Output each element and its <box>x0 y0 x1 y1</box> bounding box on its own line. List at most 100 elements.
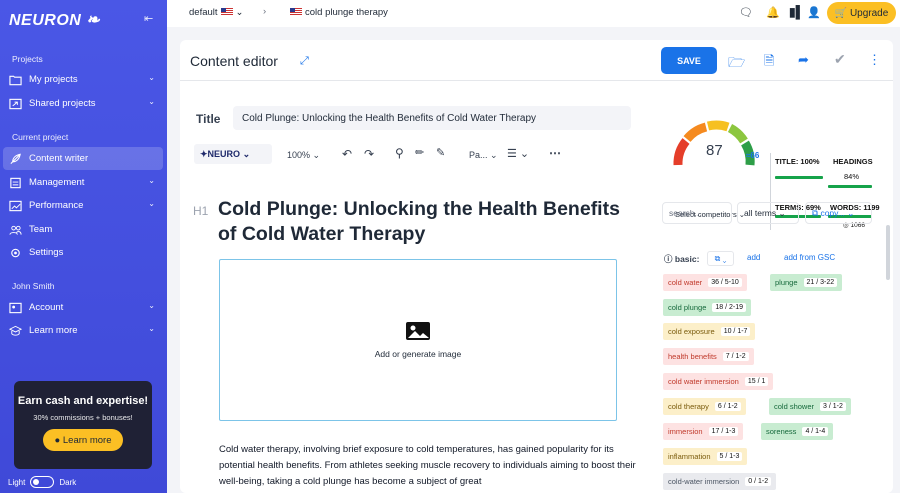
add-from-gsc-button[interactable]: add from GSC <box>784 253 835 262</box>
breadcrumb-chevron-icon: › <box>263 6 267 17</box>
sidebar-item-team[interactable]: Team <box>3 218 163 241</box>
term-chip[interactable]: cold shower 3 / 1-2 <box>769 398 851 415</box>
learn-more-button[interactable]: ● Learn more <box>43 429 123 451</box>
project-select[interactable]: default ⌄ <box>189 7 244 18</box>
paragraph-style-select[interactable]: Pa... ⌄ <box>469 150 498 161</box>
promo-subtitle: 30% commissions + bonuses! <box>33 413 133 422</box>
term-chip[interactable]: cold water 36 / 5-10 <box>663 274 747 291</box>
score-panel: 87 ≈66 Select competitors ⌄ TITLE: 100% … <box>668 103 893 230</box>
feather-pen-icon <box>10 153 21 164</box>
sidebar-item-account[interactable]: Account ⌄ <box>3 296 163 319</box>
pen-icon[interactable]: ✎ <box>436 146 445 159</box>
search-icon[interactable]: ⚲ <box>395 146 404 160</box>
feather-icon: ❧ <box>86 12 101 29</box>
divider <box>180 80 893 81</box>
user-icon[interactable]: 👤 <box>807 6 821 19</box>
sidebar-item-settings[interactable]: Settings <box>3 241 163 264</box>
team-icon <box>9 225 22 235</box>
sidebar-item-my-projects[interactable]: My projects ⌄ <box>3 68 163 91</box>
collapse-sidebar-icon[interactable]: ⇤ <box>144 12 153 25</box>
headings-bar <box>828 185 872 188</box>
scrollbar[interactable] <box>886 225 890 280</box>
image-label: Add or generate image <box>374 349 462 359</box>
title-input[interactable]: Cold Plunge: Unlocking the Health Benefi… <box>233 106 631 130</box>
article-body[interactable]: Cold water therapy, involving brief expo… <box>219 442 639 490</box>
highlighter-icon[interactable]: ✏ <box>415 146 424 159</box>
term-chip[interactable]: cold-water immersion 0 / 1-2 <box>663 473 777 490</box>
term-chip[interactable]: health benefits 7 / 1-2 <box>663 348 754 365</box>
promo-title: Earn cash and expertise! <box>17 395 149 407</box>
expand-icon[interactable]: ⤢ <box>300 55 309 68</box>
query-breadcrumb[interactable]: cold plunge therapy <box>287 7 388 18</box>
page-title: Content editor <box>190 53 278 69</box>
h1-tag: H1 <box>193 204 209 218</box>
copy-dropdown[interactable]: ⧉ ⌄ <box>707 251 734 266</box>
image-placeholder[interactable]: Add or generate image <box>219 259 617 421</box>
user-heading: John Smith <box>12 281 55 291</box>
chevron-down-icon: ⌄ <box>148 301 155 310</box>
lightbulb-icon: ● <box>54 434 63 446</box>
more-vertical-icon[interactable]: ⋮ <box>868 52 881 68</box>
chat-icon[interactable]: 🗨 <box>739 6 753 19</box>
term-chip[interactable]: cold water immersion 15 / 1 <box>663 373 774 390</box>
zoom-select[interactable]: 100% ⌄ <box>287 150 320 161</box>
us-flag-icon <box>290 8 302 17</box>
term-chip[interactable]: cold exposure 10 / 1-7 <box>663 323 756 340</box>
info-icon: ⓘ <box>664 254 673 264</box>
folder-icon <box>9 75 22 85</box>
open-folder-icon[interactable]: 🗁 <box>728 52 745 76</box>
save-button[interactable]: SAVE <box>661 47 717 74</box>
term-chip[interactable]: soreness 4 / 1-4 <box>761 423 834 440</box>
ai-brand-select[interactable]: ✦ NEURO ⌄ <box>194 144 272 164</box>
more-horizontal-icon[interactable]: ⋯ <box>549 146 561 160</box>
image-icon <box>406 322 430 340</box>
undo-icon[interactable]: ↶ <box>342 147 352 161</box>
export-doc-icon[interactable]: 🗎 <box>764 52 774 74</box>
score-value: 87 <box>706 142 723 159</box>
sidebar: NEURON ❧ ⇤ Projects My projects ⌄ Shared … <box>0 0 167 493</box>
term-chip[interactable]: immersion 17 / 1-3 <box>663 423 744 440</box>
sparkle-icon: ✦ <box>200 148 208 159</box>
bell-icon[interactable]: 🔔 <box>766 6 780 19</box>
sidebar-item-management[interactable]: Management ⌄ <box>3 171 163 194</box>
publish-icon[interactable]: ➦ <box>798 52 809 68</box>
upgrade-button[interactable]: 🛒 Upgrade <box>827 2 896 24</box>
headings-metric: HEADINGS <box>833 157 873 166</box>
check-circle-icon[interactable]: ✔ <box>834 51 846 68</box>
redo-icon[interactable]: ↷ <box>364 147 374 161</box>
editor-card: Content editor ⤢ SAVE 🗁 🗎 ➦ ✔ ⋮ Title Co… <box>180 40 893 493</box>
article-heading[interactable]: Cold Plunge: Unlocking the Health Benefi… <box>218 197 638 247</box>
chevron-down-icon: ⌄ <box>148 324 155 333</box>
term-chip[interactable]: inflammation 5 / 1-3 <box>663 448 748 465</box>
term-chip[interactable]: plunge 21 / 3-22 <box>770 274 843 291</box>
sidebar-item-learn-more[interactable]: Learn more ⌄ <box>3 319 163 342</box>
toggle-switch[interactable] <box>30 476 55 488</box>
term-chip[interactable]: cold plunge 18 / 2-19 <box>663 299 752 316</box>
term-filter-select[interactable]: all terms ⌄ <box>737 202 799 224</box>
stats-icon[interactable]: ▮▌ <box>789 5 804 19</box>
sidebar-item-shared-projects[interactable]: Shared projects ⌄ <box>3 92 163 115</box>
title-bar <box>775 176 823 179</box>
term-search-input[interactable]: search... <box>662 202 732 224</box>
promo-card: Earn cash and expertise! 30% commissions… <box>14 381 152 469</box>
chevron-down-icon: ⌄ <box>148 199 155 208</box>
us-flag-icon <box>220 8 233 17</box>
cart-icon: 🛒 <box>834 7 850 19</box>
title-metric: TITLE: 100% <box>775 157 820 166</box>
sidebar-item-content-writer[interactable]: Content writer <box>3 147 163 170</box>
clipboard-icon <box>10 177 21 188</box>
term-chip[interactable]: cold therapy 6 / 1-2 <box>663 398 746 415</box>
current-project-heading: Current project <box>12 132 69 142</box>
id-card-icon <box>9 302 22 313</box>
chevron-down-icon: ⌄ <box>148 97 155 106</box>
add-term-button[interactable]: add <box>747 253 760 262</box>
align-icon[interactable]: ☰ ⌄ <box>507 147 529 160</box>
copy-select[interactable]: ⧉ copy... ⌄ <box>805 202 872 224</box>
copy-icon: ⧉ <box>812 207 821 218</box>
chevron-down-icon: ⌄ <box>148 176 155 185</box>
theme-toggle[interactable]: Light Dark <box>8 476 76 488</box>
logo[interactable]: NEURON ❧ <box>9 10 100 30</box>
score-gauge <box>673 120 755 166</box>
sidebar-item-performance[interactable]: Performance ⌄ <box>3 194 163 217</box>
chart-icon <box>9 200 22 211</box>
